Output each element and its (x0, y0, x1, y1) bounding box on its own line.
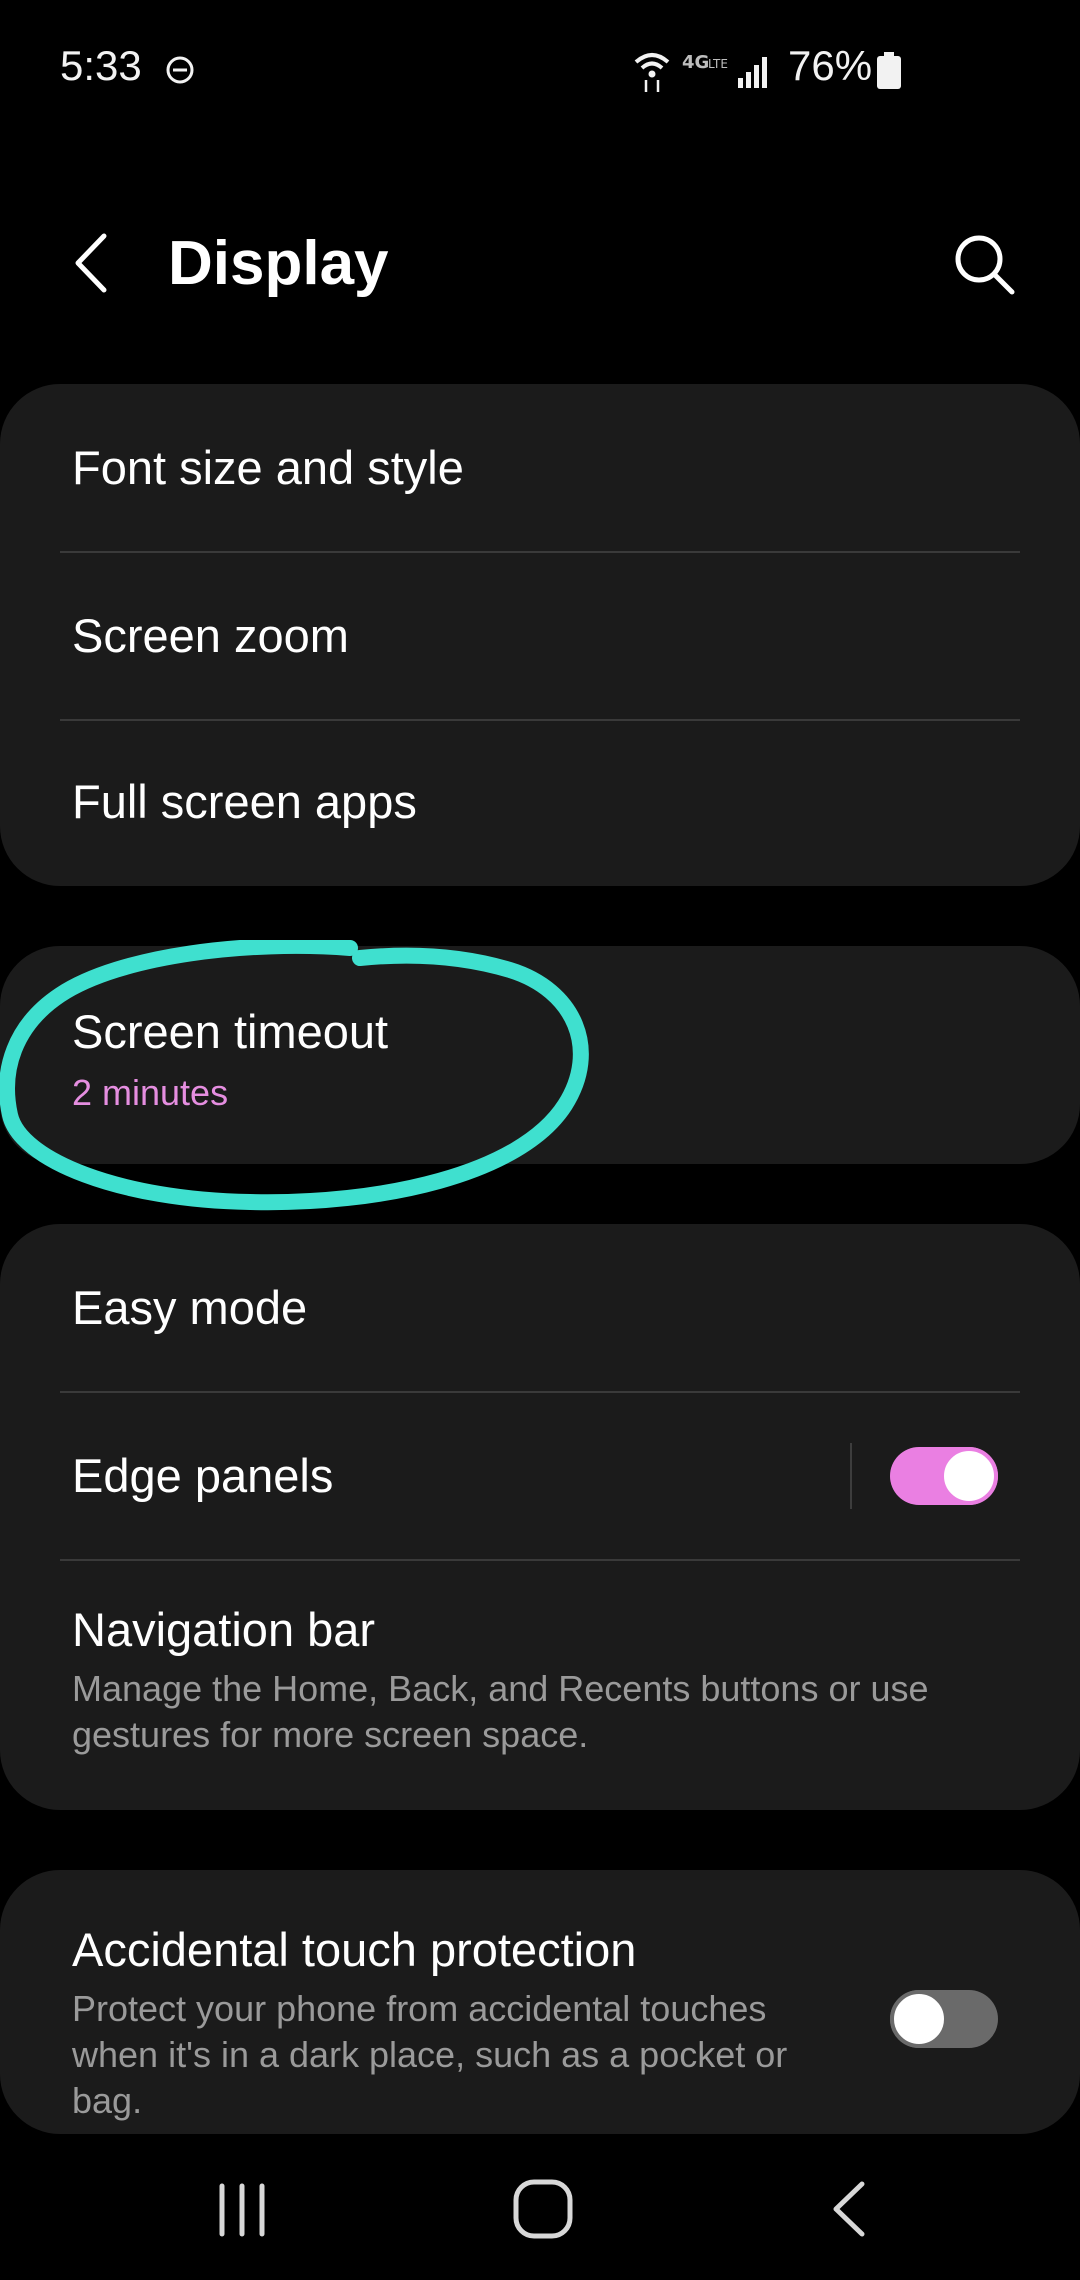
wifi-icon (634, 53, 670, 92)
signal-icon (738, 57, 767, 88)
app-header: Display (0, 200, 1080, 330)
accidental-touch-protection-description: Protect your phone from accidental touch… (72, 1988, 788, 2121)
accidental-touch-protection-label: Accidental touch protection (72, 1923, 637, 1976)
navigation-bar-label: Navigation bar (72, 1603, 376, 1656)
easy-mode-label: Easy mode (72, 1281, 308, 1334)
full-screen-apps-item[interactable]: Full screen apps (0, 720, 1080, 886)
screen-timeout-value: 2 minutes (72, 1072, 229, 1113)
battery-percentage: 76% (788, 42, 873, 89)
do-not-disturb-icon (166, 56, 194, 84)
navigation-bar-item[interactable]: Navigation bar Manage the Home, Back, an… (0, 1560, 1080, 1810)
search-icon[interactable] (950, 230, 1018, 298)
screen-zoom-label: Screen zoom (72, 609, 349, 662)
accidental-touch-protection-item[interactable]: Accidental touch protection Protect your… (0, 1870, 1080, 2134)
battery-icon (877, 52, 901, 89)
navigation-bar-description: Manage the Home, Back, and Recents butto… (72, 1668, 929, 1755)
accidental-touch-protection-toggle[interactable] (890, 1990, 998, 2048)
protection-card: Accidental touch protection Protect your… (0, 1870, 1080, 2134)
page-title: Display (168, 229, 389, 298)
screen-timeout-label: Screen timeout (72, 1005, 389, 1058)
system-navigation-bar (0, 2140, 1080, 2280)
font-size-and-style-item[interactable]: Font size and style (0, 384, 1080, 552)
toggle-knob (890, 1990, 948, 2048)
screen-timeout-card: Screen timeout 2 minutes (0, 946, 1080, 1164)
edge-panels-label: Edge panels (72, 1449, 334, 1502)
text-settings-card: Font size and style Screen zoom Full scr… (0, 384, 1080, 886)
screen-timeout-item[interactable]: Screen timeout 2 minutes (0, 946, 1080, 1164)
screen-zoom-item[interactable]: Screen zoom (0, 552, 1080, 720)
easy-mode-item[interactable]: Easy mode (0, 1224, 1080, 1392)
back-icon[interactable] (822, 2176, 878, 2242)
home-icon[interactable] (510, 2176, 576, 2242)
modes-card: Easy mode Edge panels Navigation bar Man… (0, 1224, 1080, 1810)
edge-panels-item[interactable]: Edge panels (0, 1392, 1080, 1560)
font-size-and-style-label: Font size and style (72, 441, 464, 494)
toggle-knob (940, 1447, 998, 1505)
lte-icon: 4G LTE (682, 52, 728, 73)
edge-panels-toggle[interactable] (890, 1447, 998, 1505)
status-time: 5:33 (60, 42, 142, 89)
svg-text:LTE: LTE (708, 57, 728, 71)
status-bar: 5:33 4G LTE 76% (0, 0, 1080, 140)
vertical-divider (850, 1443, 852, 1509)
full-screen-apps-label: Full screen apps (72, 775, 417, 828)
svg-text:4G: 4G (682, 52, 709, 73)
back-arrow-icon[interactable] (62, 228, 122, 298)
recents-icon[interactable] (210, 2178, 274, 2242)
